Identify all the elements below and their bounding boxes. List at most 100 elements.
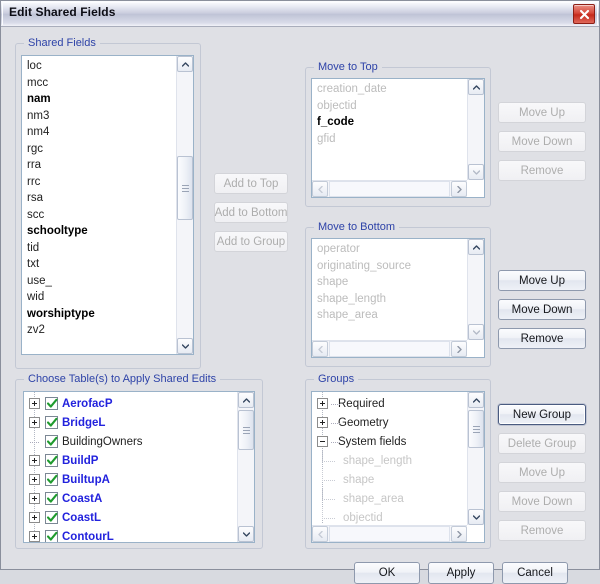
scroll-left-button[interactable] xyxy=(312,526,328,542)
table-tree-item[interactable]: AerofacP xyxy=(29,394,237,413)
shared-field-item[interactable]: nm3 xyxy=(25,108,176,125)
shared-field-item[interactable]: worshiptype xyxy=(25,306,176,323)
scroll-down-button[interactable] xyxy=(468,509,484,525)
shared-field-item[interactable]: wid xyxy=(25,289,176,306)
table-checkbox[interactable] xyxy=(45,473,58,486)
scroll-down-button[interactable] xyxy=(468,324,484,340)
scroll-right-button[interactable] xyxy=(451,181,467,197)
group-tree-item[interactable]: System fields xyxy=(317,432,467,451)
scroll-left-button[interactable] xyxy=(312,181,328,197)
shared-field-item[interactable]: rsa xyxy=(25,190,176,207)
scroll-down-button[interactable] xyxy=(468,164,484,180)
move-to-bottom-item[interactable]: shape_area xyxy=(315,307,467,324)
table-checkbox[interactable] xyxy=(45,530,58,542)
scroll-thumb[interactable] xyxy=(468,410,484,448)
move-to-bottom-hscrollbar[interactable] xyxy=(312,340,467,357)
scroll-up-button[interactable] xyxy=(468,79,484,95)
scroll-up-button[interactable] xyxy=(468,392,484,408)
shared-fields-list[interactable]: locmccnamnm3nm4rgcrrarrcrsasccschooltype… xyxy=(21,55,194,355)
shared-field-item[interactable]: tid xyxy=(25,240,176,257)
group-tree-item[interactable]: objectid xyxy=(317,508,467,525)
group-tree-item[interactable]: Geometry xyxy=(317,413,467,432)
scroll-down-button[interactable] xyxy=(177,338,193,354)
shared-field-item[interactable]: nm4 xyxy=(25,124,176,141)
shared-field-item[interactable]: schooltype xyxy=(25,223,176,240)
scroll-right-button[interactable] xyxy=(451,526,467,542)
move-to-bottom-item[interactable]: originating_source xyxy=(315,258,467,275)
table-tree-item[interactable]: BuildP xyxy=(29,451,237,470)
scroll-up-button[interactable] xyxy=(468,239,484,255)
scroll-up-button[interactable] xyxy=(238,392,254,408)
group-tree-item[interactable]: Required xyxy=(317,394,467,413)
tables-vscrollbar[interactable] xyxy=(237,392,254,542)
group-tree-item[interactable]: shape_area xyxy=(317,489,467,508)
table-checkbox[interactable] xyxy=(45,454,58,467)
table-checkbox[interactable] xyxy=(45,435,58,448)
scroll-left-button[interactable] xyxy=(312,341,328,357)
ok-button[interactable]: OK xyxy=(354,562,420,584)
expand-plus-icon[interactable] xyxy=(29,512,40,523)
scroll-thumb[interactable] xyxy=(238,410,254,450)
move-to-top-list[interactable]: creation_dateobjectidf_codegfid xyxy=(311,78,485,198)
expand-plus-icon[interactable] xyxy=(29,493,40,504)
move-to-top-item[interactable]: gfid xyxy=(315,131,467,148)
shared-field-item[interactable]: rra xyxy=(25,157,176,174)
table-checkbox[interactable] xyxy=(45,492,58,505)
groups-hscrollbar[interactable] xyxy=(312,525,467,542)
close-button[interactable] xyxy=(573,4,595,24)
move-to-bottom-item[interactable]: shape_length xyxy=(315,291,467,308)
scroll-down-button[interactable] xyxy=(238,526,254,542)
shared-field-item[interactable]: rrc xyxy=(25,174,176,191)
group-tree-item[interactable]: shape xyxy=(317,470,467,489)
table-checkbox[interactable] xyxy=(45,397,58,410)
table-tree-item[interactable]: ContourL xyxy=(29,527,237,542)
shared-field-item[interactable]: mcc xyxy=(25,75,176,92)
move-to-bottom-move-down-button[interactable]: Move Down xyxy=(498,299,586,320)
shared-field-item[interactable]: scc xyxy=(25,207,176,224)
hscroll-track[interactable] xyxy=(329,341,450,357)
table-checkbox[interactable] xyxy=(45,511,58,524)
group-tree-item[interactable]: shape_length xyxy=(317,451,467,470)
shared-field-item[interactable]: loc xyxy=(25,58,176,75)
scroll-up-button[interactable] xyxy=(177,56,193,72)
expand-plus-icon[interactable] xyxy=(29,398,40,409)
expand-plus-icon[interactable] xyxy=(29,417,40,428)
table-tree-item[interactable]: BridgeL xyxy=(29,413,237,432)
move-to-bottom-item[interactable]: shape xyxy=(315,274,467,291)
collapse-minus-icon[interactable] xyxy=(317,436,328,447)
scroll-thumb[interactable] xyxy=(177,156,193,220)
table-tree-item[interactable]: CoastA xyxy=(29,489,237,508)
table-checkbox[interactable] xyxy=(45,416,58,429)
move-to-bottom-list[interactable]: operatororiginating_sourceshapeshape_len… xyxy=(311,238,485,358)
move-to-top-vscrollbar[interactable] xyxy=(467,79,484,180)
expand-plus-icon[interactable] xyxy=(317,398,328,409)
shared-field-item[interactable]: zv2 xyxy=(25,322,176,339)
move-to-top-item[interactable]: f_code xyxy=(315,114,467,131)
shared-field-item[interactable]: rgc xyxy=(25,141,176,158)
shared-fields-vscrollbar[interactable] xyxy=(176,56,193,354)
move-to-bottom-item[interactable]: operator xyxy=(315,241,467,258)
table-tree-item[interactable]: BuiltupA xyxy=(29,470,237,489)
tables-tree[interactable]: AerofacPBridgeLBuildingOwnersBuildPBuilt… xyxy=(23,391,255,543)
move-to-top-item[interactable]: objectid xyxy=(315,98,467,115)
table-tree-item[interactable]: BuildingOwners xyxy=(29,432,237,451)
groups-vscrollbar[interactable] xyxy=(467,392,484,525)
expand-plus-icon[interactable] xyxy=(29,531,40,542)
move-to-bottom-vscrollbar[interactable] xyxy=(467,239,484,340)
expand-plus-icon[interactable] xyxy=(29,455,40,466)
cancel-button[interactable]: Cancel xyxy=(502,562,568,584)
move-to-top-item[interactable]: creation_date xyxy=(315,81,467,98)
expand-plus-icon[interactable] xyxy=(317,417,328,428)
move-to-bottom-move-up-button[interactable]: Move Up xyxy=(498,270,586,291)
shared-field-item[interactable]: nam xyxy=(25,91,176,108)
move-to-bottom-remove-button[interactable]: Remove xyxy=(498,328,586,349)
scroll-right-button[interactable] xyxy=(451,341,467,357)
hscroll-track[interactable] xyxy=(329,181,450,197)
hscroll-track[interactable] xyxy=(329,526,450,542)
shared-field-item[interactable]: txt xyxy=(25,256,176,273)
groups-tree[interactable]: RequiredGeometrySystem fieldsshape_lengt… xyxy=(311,391,485,543)
expand-plus-icon[interactable] xyxy=(29,474,40,485)
apply-button[interactable]: Apply xyxy=(428,562,494,584)
groups-new-group-button[interactable]: New Group xyxy=(498,404,586,425)
move-to-top-hscrollbar[interactable] xyxy=(312,180,467,197)
